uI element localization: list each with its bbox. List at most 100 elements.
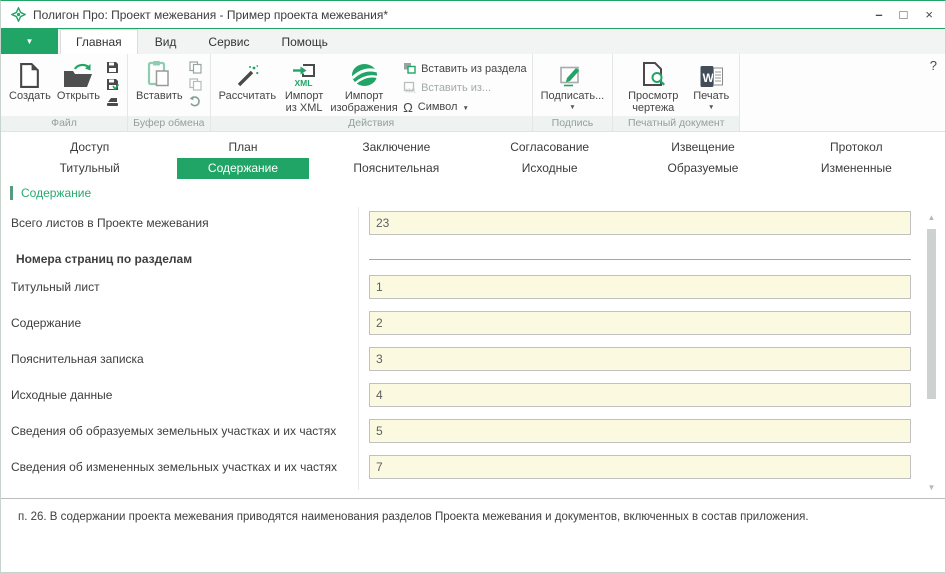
sign-button-label: Подписать... xyxy=(541,90,605,102)
import-xml-button[interactable]: XML Импорт из XML xyxy=(279,57,329,116)
tab-iskhodnye[interactable]: Исходные xyxy=(473,158,626,179)
preview-drawing-button-label: Просмотр чертежа xyxy=(621,90,685,115)
close-icon[interactable]: × xyxy=(925,8,933,21)
import-image-icon xyxy=(351,58,378,88)
undo-icon[interactable] xyxy=(188,94,203,108)
total-sheets-input[interactable] xyxy=(369,211,911,235)
svg-text:W: W xyxy=(702,71,714,85)
help-button[interactable]: ? xyxy=(930,58,937,73)
vertical-scrollbar[interactable]: ▲ ▼ xyxy=(926,213,937,492)
section-header-label: Содержание xyxy=(21,186,91,200)
tab-label: Согласование xyxy=(496,137,603,158)
main-menu-button[interactable]: ▼ xyxy=(1,29,58,54)
form-row: Титульный лист xyxy=(11,275,945,299)
print-button-label: Печать xyxy=(693,90,729,102)
tab-plan[interactable]: План xyxy=(166,137,319,158)
menu-tab-vid[interactable]: Вид xyxy=(140,29,192,54)
save-icon[interactable] xyxy=(105,60,120,74)
scroll-up-icon[interactable]: ▲ xyxy=(926,213,937,222)
open-button-label: Открыть xyxy=(57,90,100,102)
contents-label: Содержание xyxy=(11,316,359,330)
title-page-label: Титульный лист xyxy=(11,280,359,294)
scroll-down-icon[interactable]: ▼ xyxy=(926,483,937,492)
svg-text:XML: XML xyxy=(405,88,416,93)
insert-from-label: Вставить из... xyxy=(421,82,491,94)
title-bar: Полигон Про: Проект межевания - Пример п… xyxy=(1,1,945,29)
tab-label: Измененные xyxy=(807,158,906,179)
clipboard-buttons-column xyxy=(186,57,205,108)
svg-text:XML: XML xyxy=(295,78,313,88)
scrollbar-thumb[interactable] xyxy=(927,229,936,399)
import-image-button[interactable]: Импорт изображения xyxy=(329,57,399,116)
save-as-icon[interactable] xyxy=(105,77,120,91)
ribbon-group-actions: Рассчитать XML Импорт из XML Импорт изоб… xyxy=(211,54,533,131)
tab-label: Заключение xyxy=(348,137,444,158)
menu-tab-label: Сервис xyxy=(208,35,249,49)
copy-all-icon[interactable] xyxy=(188,77,203,91)
menu-tab-label: Вид xyxy=(155,35,177,49)
create-button[interactable]: Создать xyxy=(6,57,54,103)
ribbon-group-caption: Буфер обмена xyxy=(128,116,210,131)
preview-drawing-button[interactable]: Просмотр чертежа xyxy=(618,57,688,116)
maximize-icon[interactable]: □ xyxy=(900,8,908,21)
ribbon-group-caption: Файл xyxy=(1,116,127,131)
tab-zakluchenie[interactable]: Заключение xyxy=(320,137,473,158)
hint-text: п. 26. В содержании проекта межевания пр… xyxy=(18,510,928,526)
changed-parcels-input[interactable] xyxy=(369,455,911,479)
tab-obrazuemye[interactable]: Образуемые xyxy=(626,158,779,179)
initial-data-input[interactable] xyxy=(369,383,911,407)
ribbon-group-caption: Действия xyxy=(211,116,532,131)
form-row: Содержание xyxy=(11,311,945,335)
tab-protokol[interactable]: Протокол xyxy=(780,137,933,158)
calculate-button-label: Рассчитать xyxy=(219,90,276,102)
paste-button[interactable]: Вставить xyxy=(133,57,186,103)
minimize-icon[interactable]: – xyxy=(875,8,881,21)
insert-from-section-icon xyxy=(403,62,416,77)
import-xml-icon: XML xyxy=(291,58,317,88)
insert-from-section-label: Вставить из раздела xyxy=(421,63,527,75)
insert-from-section-button[interactable]: Вставить из раздела xyxy=(403,61,527,77)
calculate-button[interactable]: Рассчитать xyxy=(216,57,279,103)
tab-label: Содержание xyxy=(177,158,309,179)
contents-input[interactable] xyxy=(369,311,911,335)
tab-soderzhanie[interactable]: Содержание xyxy=(166,158,319,179)
tab-label: Извещение xyxy=(657,137,748,158)
ribbon-group-caption: Печатный документ xyxy=(613,116,739,131)
tab-label: Титульный xyxy=(46,158,134,179)
symbol-button[interactable]: Ω Символ ▼ xyxy=(403,99,527,115)
omega-icon: Ω xyxy=(403,100,413,115)
tab-titulnyy[interactable]: Титульный xyxy=(13,158,166,179)
tab-label: Доступ xyxy=(56,137,123,158)
menu-tab-glavnaya[interactable]: Главная xyxy=(60,29,138,54)
create-button-label: Создать xyxy=(9,90,51,102)
copy-icon[interactable] xyxy=(188,60,203,74)
paste-button-label: Вставить xyxy=(136,90,183,102)
tab-izveshchenie[interactable]: Извещение xyxy=(626,137,779,158)
menu-caret-icon: ▼ xyxy=(26,37,34,46)
insert-from-button[interactable]: XML Вставить из... xyxy=(403,80,527,96)
explanatory-note-input[interactable] xyxy=(369,347,911,371)
open-button[interactable]: Открыть xyxy=(54,57,103,103)
save-all-icon[interactable] xyxy=(105,94,120,108)
menu-tab-pomoshch[interactable]: Помощь xyxy=(267,29,343,54)
formed-parcels-label: Сведения об образуемых земельных участка… xyxy=(11,424,359,438)
tab-poyasnitelnaya[interactable]: Пояснительная xyxy=(320,158,473,179)
tab-izmenennye[interactable]: Измененные xyxy=(780,158,933,179)
dropdown-caret-icon: ▼ xyxy=(462,105,468,112)
form-row: Всего листов в Проекте межевания xyxy=(11,211,945,235)
title-page-input[interactable] xyxy=(369,275,911,299)
dropdown-caret-icon: ▼ xyxy=(569,104,575,111)
menu-bar: ▼ Главная Вид Сервис Помощь xyxy=(1,29,945,54)
ribbon-group-sign: Подписать... ▼ Подпись xyxy=(533,54,614,131)
tab-soglasovanie[interactable]: Согласование xyxy=(473,137,626,158)
menu-tab-servis[interactable]: Сервис xyxy=(193,29,264,54)
form-group-header-row: Номера страниц по разделам xyxy=(11,247,945,271)
form-group-divider xyxy=(369,259,911,260)
sign-button[interactable]: Подписать... ▼ xyxy=(538,57,608,112)
print-button[interactable]: W Печать ▼ xyxy=(688,57,734,112)
formed-parcels-input[interactable] xyxy=(369,419,911,443)
form-scroll-area: Всего листов в Проекте межевания Номера … xyxy=(1,203,945,498)
section-header: Содержание xyxy=(10,183,945,203)
tab-dostup[interactable]: Доступ xyxy=(13,137,166,158)
save-buttons-column xyxy=(103,57,122,108)
